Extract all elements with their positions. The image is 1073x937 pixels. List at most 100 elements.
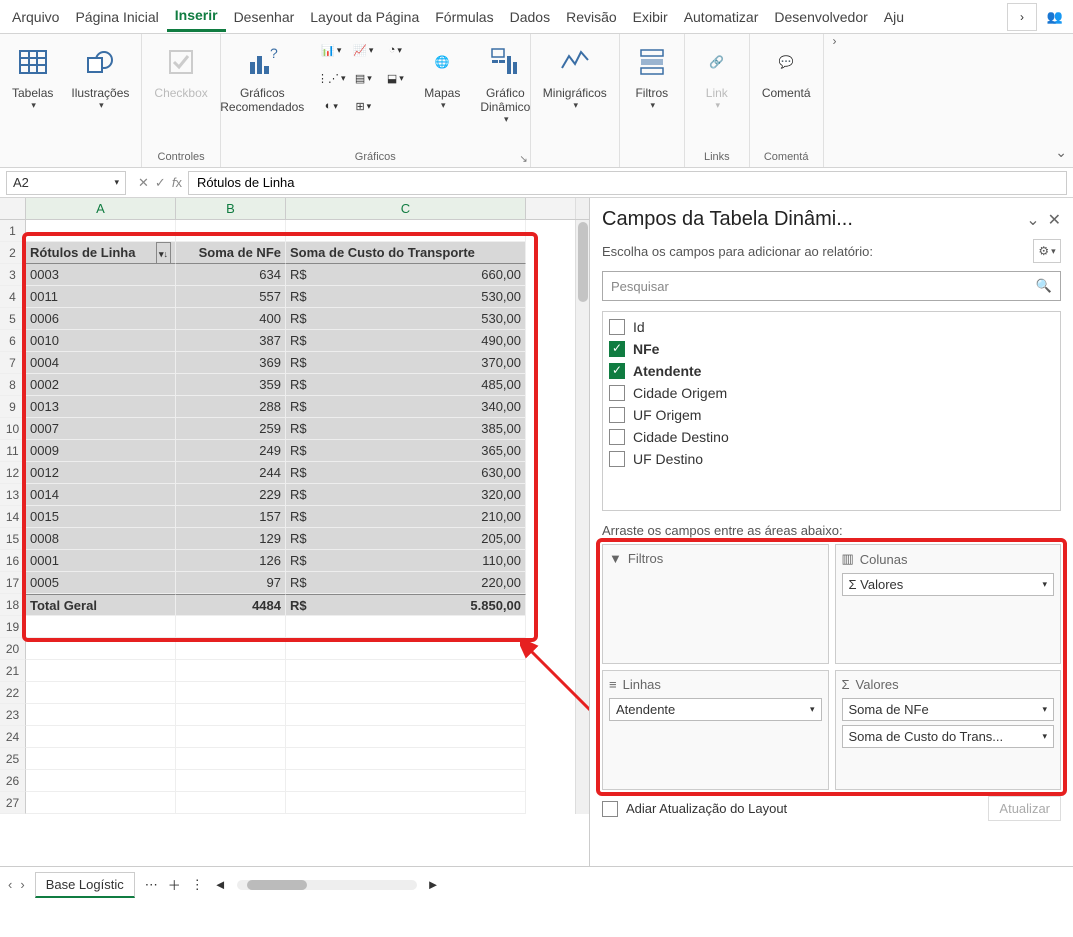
pivot-cell[interactable]: 97 (176, 572, 286, 594)
pivot-cell[interactable]: 0014 (26, 484, 176, 506)
pivot-cell[interactable]: R$210,00 (286, 506, 526, 528)
pivot-cell[interactable]: R$660,00 (286, 264, 526, 286)
menu-pagina-inicial[interactable]: Página Inicial (67, 3, 166, 31)
pivot-cell[interactable]: 0009 (26, 440, 176, 462)
stock-chart-icon[interactable]: ◐▾ (316, 94, 346, 118)
pivot-total-nfe[interactable]: 4484 (176, 594, 286, 616)
field-item[interactable]: Cidade Origem (607, 382, 1056, 404)
pivot-cell[interactable]: 129 (176, 528, 286, 550)
pivot-cell[interactable]: R$365,00 (286, 440, 526, 462)
pivot-total-custo[interactable]: R$5.850,00 (286, 594, 526, 616)
pivot-cell[interactable]: 0008 (26, 528, 176, 550)
menu-exibir[interactable]: Exibir (625, 3, 676, 31)
pivot-cell[interactable]: 288 (176, 396, 286, 418)
menu-dados[interactable]: Dados (502, 3, 558, 31)
pivot-cell[interactable]: 0004 (26, 352, 176, 374)
sheet-tab-active[interactable]: Base Logístic (35, 872, 135, 898)
pivot-cell[interactable]: 557 (176, 286, 286, 308)
pivot-cell[interactable]: R$490,00 (286, 330, 526, 352)
pivot-cell[interactable]: 0005 (26, 572, 176, 594)
overflow-button[interactable]: › (1007, 3, 1037, 31)
menu-formulas[interactable]: Fórmulas (427, 3, 501, 31)
tables-button[interactable]: Tabelas▾ (6, 38, 59, 115)
pivot-header-custo[interactable]: Soma de Custo do Transporte (286, 242, 526, 264)
histogram-icon[interactable]: ⊞▾ (348, 94, 378, 118)
pivot-cell[interactable]: 0002 (26, 374, 176, 396)
columns-values-pill[interactable]: Σ Valores▾ (842, 573, 1055, 596)
menu-arquivo[interactable]: Arquivo (4, 3, 67, 31)
pivot-header-labels[interactable]: Rótulos de Linha ▾↓ (26, 242, 176, 264)
collapse-pane-icon[interactable]: ⌄ (1026, 210, 1039, 230)
field-item[interactable]: UF Origem (607, 404, 1056, 426)
comments-button[interactable]: 💬 Comentá (756, 38, 817, 104)
pivot-chart-button[interactable]: Gráfico Dinâmico▾ (474, 38, 536, 129)
pivot-cell[interactable]: R$370,00 (286, 352, 526, 374)
pivot-cell[interactable]: 369 (176, 352, 286, 374)
pivot-cell[interactable]: 634 (176, 264, 286, 286)
col-header-b[interactable]: B (176, 198, 286, 219)
pivot-cell[interactable]: R$385,00 (286, 418, 526, 440)
pie-chart-icon[interactable]: ◔▾ (380, 38, 410, 62)
pivot-cell[interactable]: 400 (176, 308, 286, 330)
col-header-c[interactable]: C (286, 198, 526, 219)
field-checkbox[interactable] (609, 451, 625, 467)
pivot-cell[interactable]: 249 (176, 440, 286, 462)
pivot-cell[interactable]: 0015 (26, 506, 176, 528)
bar-chart-icon[interactable]: ▤▾ (348, 66, 378, 90)
pivot-cell[interactable]: R$485,00 (286, 374, 526, 396)
maps-button[interactable]: 🌐 Mapas▾ (416, 38, 468, 115)
pivot-cell[interactable]: 0013 (26, 396, 176, 418)
menu-inserir[interactable]: Inserir (167, 1, 226, 32)
field-search[interactable]: Pesquisar 🔍 (602, 271, 1061, 301)
pivot-cell[interactable]: 244 (176, 462, 286, 484)
scatter-chart-icon[interactable]: ⋮⋰▾ (316, 66, 346, 90)
chevron-down-icon[interactable]: ▾ (114, 177, 119, 188)
pivot-cell[interactable]: 0010 (26, 330, 176, 352)
filters-button[interactable]: Filtros▾ (626, 38, 678, 115)
pivot-cell[interactable]: 387 (176, 330, 286, 352)
illustrations-button[interactable]: Ilustrações▾ (65, 38, 135, 115)
menu-revisao[interactable]: Revisão (558, 3, 625, 31)
pivot-cell[interactable]: R$630,00 (286, 462, 526, 484)
sheet-options-icon[interactable]: ⋮ (191, 877, 204, 893)
sparklines-button[interactable]: Minigráficos▾ (537, 38, 613, 115)
collapse-ribbon-icon[interactable]: ⌄ (1055, 144, 1067, 161)
col-header-a[interactable]: A (26, 198, 176, 219)
field-list[interactable]: Id NFe Atendente Cidade Origem UF Origem… (602, 311, 1061, 511)
charts-dialog-launcher[interactable]: ↘ (519, 154, 527, 165)
filters-area[interactable]: ▼Filtros (602, 544, 829, 664)
new-sheet-icon[interactable]: ＋ (168, 875, 181, 894)
pivot-cell[interactable]: 126 (176, 550, 286, 572)
menu-automatizar[interactable]: Automatizar (676, 3, 767, 31)
formula-input[interactable] (188, 171, 1067, 195)
field-checkbox[interactable] (609, 341, 625, 357)
pivot-cell[interactable]: R$530,00 (286, 308, 526, 330)
pivot-cell[interactable]: R$530,00 (286, 286, 526, 308)
share-icon[interactable]: 👥 (1041, 9, 1069, 25)
sheet-menu-icon[interactable]: ⋯ (145, 877, 158, 893)
fx-icon[interactable]: fx (172, 175, 182, 190)
field-checkbox[interactable] (609, 319, 625, 335)
values-area[interactable]: ΣValores Soma de NFe▾ Soma de Custo do T… (835, 670, 1062, 790)
field-item[interactable]: Id (607, 316, 1056, 338)
pivot-cell[interactable]: R$320,00 (286, 484, 526, 506)
pivot-cell[interactable]: 0001 (26, 550, 176, 572)
horizontal-scrollbar[interactable] (237, 880, 417, 890)
value-nfe-pill[interactable]: Soma de NFe▾ (842, 698, 1055, 721)
hscroll-right-icon[interactable]: ► (427, 877, 440, 892)
next-sheet-icon[interactable]: › (20, 877, 24, 892)
combo-chart-icon[interactable]: ⬓▾ (380, 66, 410, 90)
pivot-cell[interactable]: 0007 (26, 418, 176, 440)
more-charts-icon[interactable] (380, 94, 410, 118)
menu-ajuda[interactable]: Aju (876, 3, 912, 31)
name-box[interactable]: A2 ▾ (6, 171, 126, 195)
rows-area[interactable]: ≡Linhas Atendente▾ (602, 670, 829, 790)
field-item[interactable]: Cidade Destino (607, 426, 1056, 448)
field-item[interactable]: NFe (607, 338, 1056, 360)
pivot-header-nfe[interactable]: Soma de NFe (176, 242, 286, 264)
close-pane-icon[interactable]: ✕ (1048, 210, 1061, 230)
field-checkbox[interactable] (609, 385, 625, 401)
pivot-cell[interactable]: 229 (176, 484, 286, 506)
select-all-corner[interactable] (0, 198, 26, 219)
field-item[interactable]: Atendente (607, 360, 1056, 382)
